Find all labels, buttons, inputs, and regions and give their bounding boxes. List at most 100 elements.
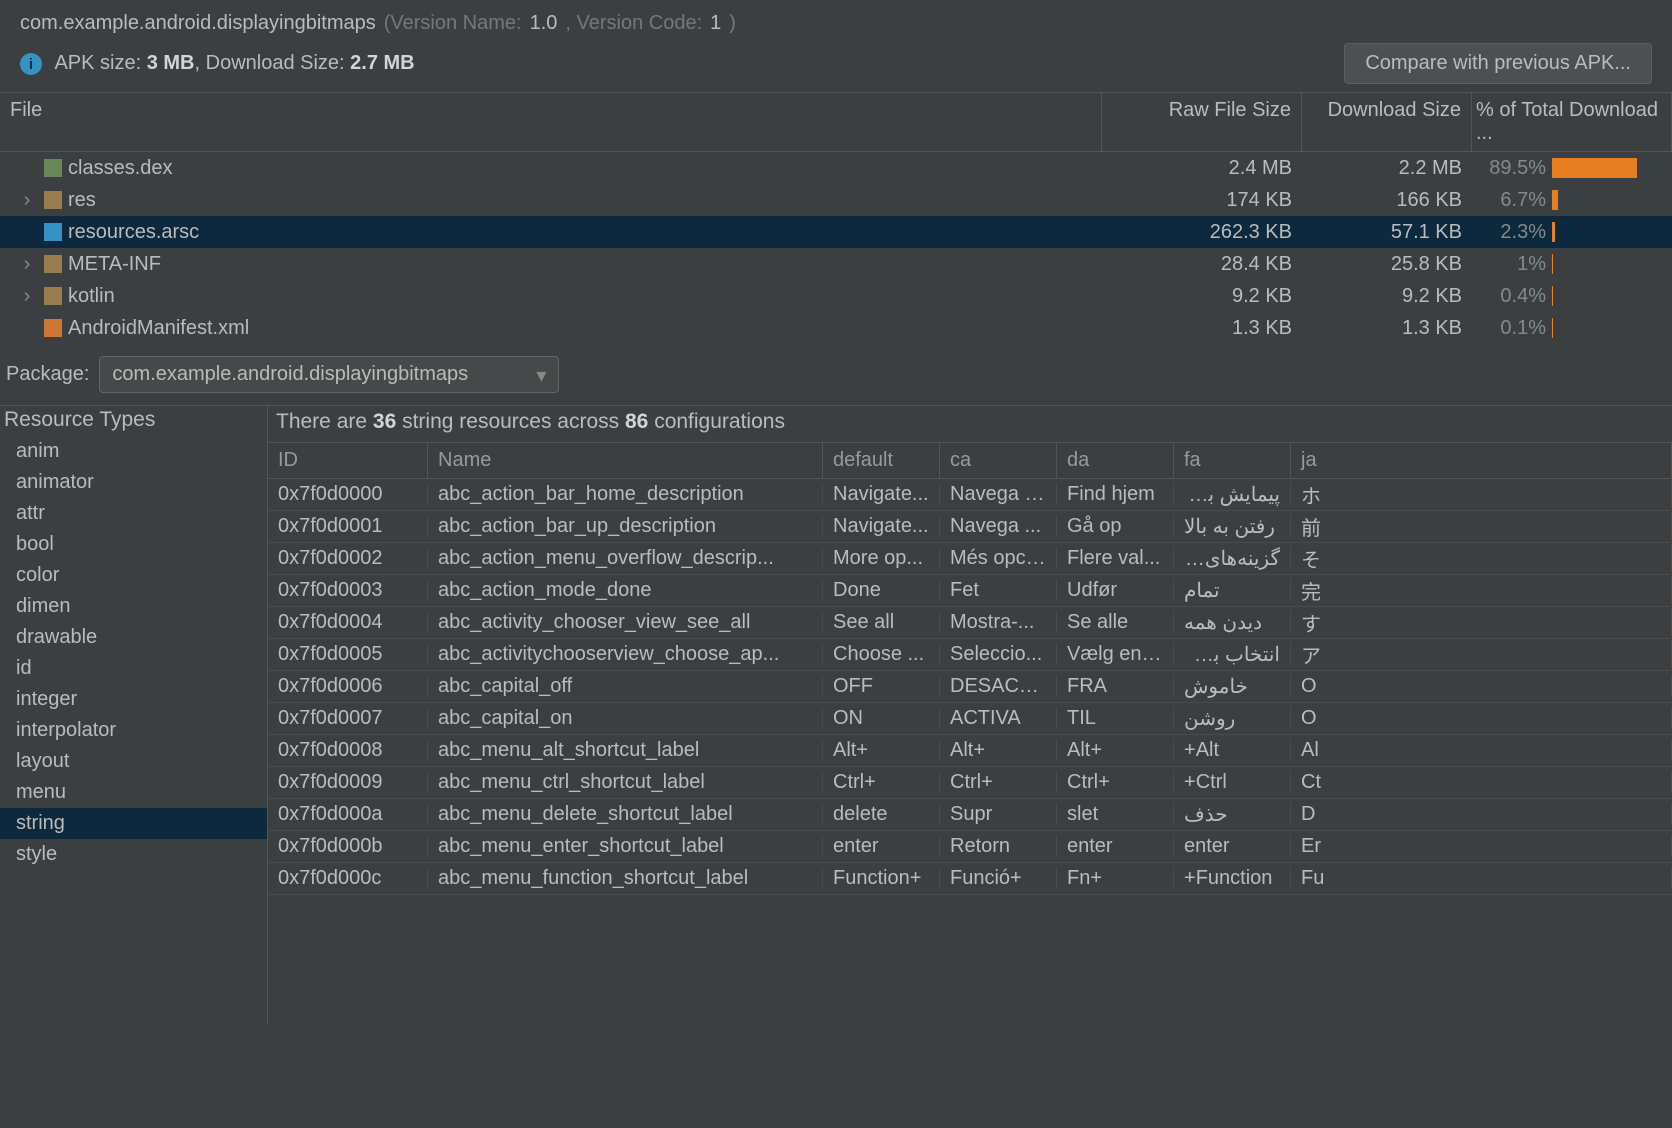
- resource-row[interactable]: 0x7f0d000cabc_menu_function_shortcut_lab…: [268, 863, 1672, 895]
- resource-row[interactable]: 0x7f0d000babc_menu_enter_shortcut_labele…: [268, 831, 1672, 863]
- resource-detail-panel: There are 36 string resources across 86 …: [268, 406, 1672, 1025]
- file-name: classes.dex: [68, 157, 173, 180]
- res-ja: Er: [1291, 835, 1672, 858]
- pct-text: 1%: [1476, 253, 1546, 276]
- resource-type-item[interactable]: menu: [0, 777, 267, 808]
- compare-apk-button[interactable]: Compare with previous APK...: [1344, 43, 1652, 84]
- res-ca: Més opci...: [940, 547, 1057, 570]
- res-default: Alt+: [823, 739, 940, 762]
- chevron-right-icon[interactable]: ›: [20, 285, 34, 308]
- col-fa[interactable]: fa: [1174, 443, 1291, 478]
- resource-row[interactable]: 0x7f0d0002abc_action_menu_overflow_descr…: [268, 543, 1672, 575]
- res-default: Choose ...: [823, 643, 940, 666]
- col-name[interactable]: Name: [428, 443, 823, 478]
- pct-text: 2.3%: [1476, 221, 1546, 244]
- file-row[interactable]: ›kotlin9.2 KB9.2 KB0.4%: [0, 280, 1672, 312]
- res-da: Flere val...: [1057, 547, 1174, 570]
- res-ja: O: [1291, 675, 1672, 698]
- file-name: res: [68, 189, 96, 212]
- resource-type-item[interactable]: animator: [0, 467, 267, 498]
- file-name: META-INF: [68, 253, 161, 276]
- res-id: 0x7f0d0007: [268, 707, 428, 730]
- info-icon: i: [20, 53, 42, 75]
- folder-icon: [44, 287, 62, 305]
- resource-types-header: Resource Types: [0, 406, 267, 436]
- resource-type-item[interactable]: id: [0, 653, 267, 684]
- resource-row[interactable]: 0x7f0d0006abc_capital_offOFFDESACTI...FR…: [268, 671, 1672, 703]
- res-default: OFF: [823, 675, 940, 698]
- col-raw-header[interactable]: Raw File Size: [1102, 93, 1302, 151]
- res-ca: Mostra-...: [940, 611, 1057, 634]
- resource-row[interactable]: 0x7f0d0005abc_activitychooserview_choose…: [268, 639, 1672, 671]
- col-id[interactable]: ID: [268, 443, 428, 478]
- col-download-header[interactable]: Download Size: [1302, 93, 1472, 151]
- resource-type-item[interactable]: string: [0, 808, 267, 839]
- res-ja: す: [1291, 608, 1672, 637]
- resource-type-item[interactable]: bool: [0, 529, 267, 560]
- pct-bar: [1552, 190, 1558, 210]
- col-file-header[interactable]: File: [0, 93, 1102, 151]
- res-id: 0x7f0d0003: [268, 579, 428, 602]
- resource-row[interactable]: 0x7f0d0007abc_capital_onONACTIVATILروشنO: [268, 703, 1672, 735]
- col-default[interactable]: default: [823, 443, 940, 478]
- res-fa: روشن: [1174, 706, 1291, 731]
- resource-row[interactable]: 0x7f0d0001abc_action_bar_up_descriptionN…: [268, 511, 1672, 543]
- res-fa: انتخاب برنامه: [1174, 642, 1291, 667]
- col-ca[interactable]: ca: [940, 443, 1057, 478]
- res-name: abc_menu_alt_shortcut_label: [428, 739, 823, 762]
- resource-type-item[interactable]: dimen: [0, 591, 267, 622]
- resource-row[interactable]: 0x7f0d0009abc_menu_ctrl_shortcut_labelCt…: [268, 767, 1672, 799]
- res-id: 0x7f0d0009: [268, 771, 428, 794]
- res-ja: Fu: [1291, 867, 1672, 890]
- col-pct-header[interactable]: % of Total Download ...: [1472, 93, 1672, 151]
- col-ja[interactable]: ja: [1291, 443, 1672, 478]
- res-default: Navigate...: [823, 483, 940, 506]
- resource-row[interactable]: 0x7f0d0000abc_action_bar_home_descriptio…: [268, 479, 1672, 511]
- file-row[interactable]: ›AndroidManifest.xml1.3 KB1.3 KB0.1%: [0, 312, 1672, 344]
- package-dropdown[interactable]: com.example.android.displayingbitmaps: [99, 356, 559, 393]
- res-name: abc_menu_delete_shortcut_label: [428, 803, 823, 826]
- resource-type-item[interactable]: interpolator: [0, 715, 267, 746]
- resource-row[interactable]: 0x7f0d0003abc_action_mode_doneDoneFetUdf…: [268, 575, 1672, 607]
- raw-size: 28.4 KB: [1102, 253, 1302, 276]
- res-default: ON: [823, 707, 940, 730]
- resource-type-item[interactable]: attr: [0, 498, 267, 529]
- file-row[interactable]: ›resources.arsc262.3 KB57.1 KB2.3%: [0, 216, 1672, 248]
- file-row[interactable]: ›classes.dex2.4 MB2.2 MB89.5%: [0, 152, 1672, 184]
- res-da: Vælg en ...: [1057, 643, 1174, 666]
- res-default: enter: [823, 835, 940, 858]
- resource-row[interactable]: 0x7f0d0008abc_menu_alt_shortcut_labelAlt…: [268, 735, 1672, 767]
- package-selector-row: Package: com.example.android.displayingb…: [0, 344, 1672, 405]
- pct-text: 0.4%: [1476, 285, 1546, 308]
- version-name-label: (Version Name:: [384, 12, 522, 35]
- res-ca: Ctrl+: [940, 771, 1057, 794]
- raw-size: 1.3 KB: [1102, 317, 1302, 340]
- res-ja: ア: [1291, 640, 1672, 669]
- col-da[interactable]: da: [1057, 443, 1174, 478]
- res-default: See all: [823, 611, 940, 634]
- resource-type-item[interactable]: color: [0, 560, 267, 591]
- res-ca: DESACTI...: [940, 675, 1057, 698]
- pct-bar: [1552, 158, 1637, 178]
- resource-type-item[interactable]: style: [0, 839, 267, 870]
- dex-icon: [44, 159, 62, 177]
- res-id: 0x7f0d0002: [268, 547, 428, 570]
- res-default: Ctrl+: [823, 771, 940, 794]
- pct-bar: [1552, 254, 1553, 274]
- resource-type-item[interactable]: anim: [0, 436, 267, 467]
- download-size: 1.3 KB: [1302, 317, 1472, 340]
- resource-row[interactable]: 0x7f0d000aabc_menu_delete_shortcut_label…: [268, 799, 1672, 831]
- resource-type-item[interactable]: drawable: [0, 622, 267, 653]
- file-row[interactable]: ›res174 KB166 KB6.7%: [0, 184, 1672, 216]
- res-ca: Fet: [940, 579, 1057, 602]
- resource-type-item[interactable]: layout: [0, 746, 267, 777]
- resource-type-item[interactable]: integer: [0, 684, 267, 715]
- res-fa: Alt+: [1174, 739, 1291, 762]
- res-id: 0x7f0d000b: [268, 835, 428, 858]
- file-row[interactable]: ›META-INF28.4 KB25.8 KB1%: [0, 248, 1672, 280]
- res-name: abc_menu_enter_shortcut_label: [428, 835, 823, 858]
- resource-row[interactable]: 0x7f0d0004abc_activity_chooser_view_see_…: [268, 607, 1672, 639]
- chevron-right-icon[interactable]: ›: [20, 253, 34, 276]
- chevron-right-icon[interactable]: ›: [20, 189, 34, 212]
- res-da: enter: [1057, 835, 1174, 858]
